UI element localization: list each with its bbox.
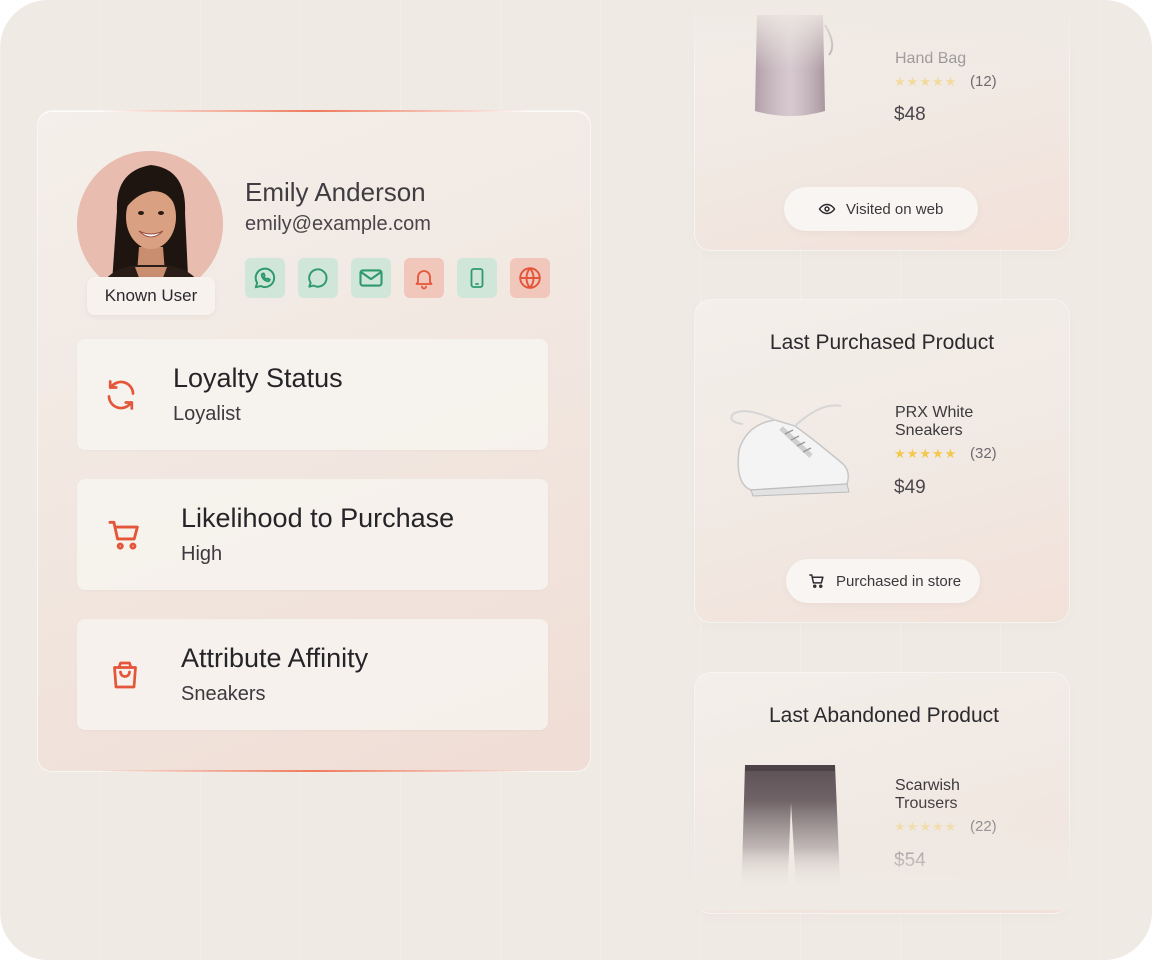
chat-channel-button[interactable]: [298, 258, 338, 298]
customer-name: Emily Anderson: [245, 177, 426, 207]
star-icon: ★: [944, 74, 957, 89]
purchased-product-review-count: (32): [970, 445, 997, 462]
loyalty-status-card: Loyalty Status Loyalist: [77, 339, 548, 450]
loyalty-status-value: Loyalist: [173, 403, 241, 425]
shopping-bag-icon: [105, 655, 145, 695]
chat-bubble-icon: [308, 268, 328, 288]
likelihood-to-purchase-title: Likelihood to Purchase: [181, 503, 455, 533]
star-icon: ★: [931, 819, 944, 834]
hand-bag-review-count: (12): [970, 73, 997, 90]
visited-on-web-label: Visited on web: [846, 200, 944, 218]
abandoned-product-rating: ★ ★ ★ ★ ★: [894, 819, 956, 835]
star-icon: ★: [944, 446, 957, 461]
abandoned-product-review-count: (22): [970, 818, 997, 835]
last-purchased-product-card: Last Purchased Product PRX White Sneaker…: [695, 300, 1069, 622]
purchased-in-store-label: Purchased in store: [836, 572, 962, 590]
last-purchased-heading: Last Purchased Product: [769, 331, 995, 354]
abandoned-product-name-line1: Scarwish: [895, 777, 960, 794]
visited-product-card: Hand Bag ★ ★ ★ ★ ★ (12) $48 Visited on w…: [695, 0, 1069, 250]
star-icon: ★: [894, 819, 906, 834]
star-icon: ★: [894, 446, 906, 461]
attribute-affinity-value: Sneakers: [181, 683, 266, 705]
hand-bag-price: $48: [894, 104, 926, 125]
cart-icon: [105, 515, 145, 555]
abandoned-product-price: $54: [894, 850, 926, 871]
whatsapp-channel-button[interactable]: [245, 258, 285, 298]
star-icon: ★: [931, 74, 944, 89]
star-icon: ★: [894, 74, 906, 89]
mobile-icon: [470, 268, 484, 288]
attribute-affinity-title: Attribute Affinity: [181, 643, 369, 673]
star-icon: ★: [931, 446, 944, 461]
customer-profile-panel: Known User Emily Anderson emily@example.…: [38, 110, 590, 772]
star-icon: ★: [906, 74, 919, 89]
star-icon: ★: [919, 446, 931, 461]
cart-icon: [809, 574, 824, 588]
abandoned-product-name-line2: Trousers: [895, 795, 958, 812]
trousers-image: [741, 765, 841, 903]
visited-on-web-pill[interactable]: Visited on web: [784, 187, 978, 231]
star-icon: ★: [919, 819, 931, 834]
known-user-badge: Known User: [87, 277, 215, 315]
hand-bag-name: Hand Bag: [895, 50, 967, 67]
star-icon: ★: [906, 446, 919, 461]
purchased-product-name-line2: Sneakers: [895, 422, 963, 439]
hand-bag-image: [755, 15, 834, 116]
avatar-portrait-icon: [77, 151, 223, 297]
avatar: [77, 151, 223, 297]
loyalty-status-title: Loyalty Status: [173, 363, 343, 393]
last-abandoned-heading: Last Abandoned Product: [768, 704, 999, 727]
refresh-icon: [101, 375, 141, 415]
eye-icon: [818, 203, 836, 215]
likelihood-to-purchase-card: Likelihood to Purchase High: [77, 479, 548, 590]
purchased-product-price: $49: [894, 477, 926, 498]
star-icon: ★: [919, 74, 931, 89]
purchased-product-rating: ★ ★ ★ ★ ★: [894, 446, 956, 462]
attribute-affinity-card: Attribute Affinity Sneakers: [77, 619, 548, 730]
email-channel-button[interactable]: [351, 258, 391, 298]
customer-email: emily@example.com: [245, 213, 431, 235]
purchased-in-store-pill[interactable]: Purchased in store: [786, 559, 980, 603]
globe-icon: [519, 267, 541, 289]
last-abandoned-product-card: Last Abandoned Product Scarwish Trousers…: [695, 673, 1069, 913]
star-icon: ★: [906, 819, 919, 834]
star-icon: ★: [944, 819, 957, 834]
web-channel-button[interactable]: [510, 258, 550, 298]
purchased-product-name-line1: PRX White: [895, 404, 974, 421]
bell-icon: [415, 270, 433, 290]
hand-bag-rating: ★ ★ ★ ★ ★: [894, 74, 956, 90]
sms-channel-button[interactable]: [457, 258, 497, 298]
push-notification-channel-button[interactable]: [404, 258, 444, 298]
whatsapp-icon: [254, 267, 276, 289]
likelihood-to-purchase-value: High: [181, 543, 223, 565]
channel-icons: [245, 258, 550, 298]
canvas: Known User Emily Anderson emily@example.…: [0, 0, 1152, 960]
mail-icon: [359, 269, 383, 287]
sneaker-image: [730, 404, 850, 497]
